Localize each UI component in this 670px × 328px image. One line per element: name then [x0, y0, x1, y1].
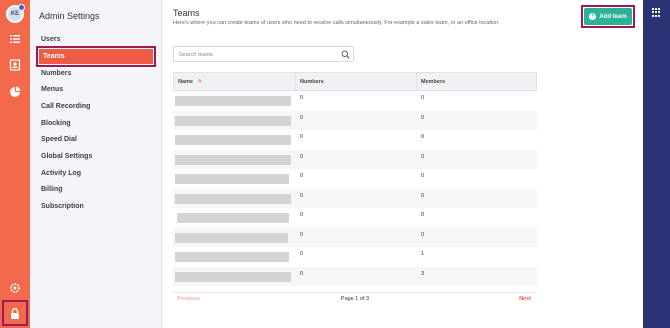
sidebar-item-blocking[interactable]: Blocking [41, 120, 71, 127]
redacted-team-name [177, 213, 289, 223]
table-row[interactable]: 0 0 [173, 91, 537, 111]
column-label: Name [178, 79, 193, 85]
table-header: Name ˄ Numbers Members [173, 72, 537, 91]
page-indicator: Page 1 of 3 [340, 296, 370, 302]
main-content: Teams Here's where you can create teams … [163, 0, 643, 328]
redacted-team-name [175, 115, 291, 126]
numbers-cell: 0 [300, 153, 304, 160]
plus-icon: + [589, 13, 597, 20]
sidebar-item-menus[interactable]: Menus [41, 86, 63, 93]
numbers-cell: 0 [300, 114, 304, 121]
column-header-name[interactable]: Name ˄ [174, 73, 296, 91]
members-cell: 1 [421, 251, 425, 257]
sidebar-title: Admin Settings [39, 11, 100, 21]
numbers-cell: 0 [300, 95, 304, 101]
redacted-team-name [175, 232, 288, 243]
sidebar-item-global-settings[interactable]: Global Settings [41, 153, 92, 160]
table-row[interactable]: 0 1 [173, 247, 537, 267]
search-input[interactable] [179, 50, 339, 59]
settings-icon[interactable] [9, 282, 21, 294]
add-team-label: Add team [599, 13, 627, 20]
redacted-team-name [175, 154, 291, 165]
teams-table: Name ˄ Numbers Members 0 0 0 0 0 0 0 0 0… [173, 72, 537, 286]
numbers-cell: 0 [300, 212, 304, 218]
numbers-cell: 0 [300, 192, 304, 199]
add-team-highlight: + Add team [581, 5, 635, 28]
admin-sidebar: Admin Settings Users Teams Numbers Menus… [30, 0, 162, 328]
sort-ascending-icon: ˄ [197, 79, 202, 85]
sidebar-item-billing[interactable]: Billing [41, 186, 62, 193]
table-row[interactable]: 0 3 [173, 266, 537, 286]
redacted-team-name [175, 135, 291, 145]
redacted-team-name [175, 252, 289, 262]
table-row[interactable]: 0 0 [173, 149, 537, 169]
numbers-cell: 0 [300, 173, 304, 179]
numbers-cell: 0 [300, 251, 304, 257]
members-cell: 0 [421, 95, 425, 101]
admin-lock-button[interactable] [2, 300, 28, 326]
sidebar-item-label: Teams [39, 49, 153, 64]
numbers-cell: 0 [300, 270, 304, 277]
column-header-members[interactable]: Members [417, 73, 538, 91]
members-cell: 0 [421, 114, 425, 121]
contacts-icon[interactable] [9, 59, 21, 71]
table-row[interactable]: 0 0 [173, 130, 537, 150]
members-cell: 0 [421, 212, 425, 218]
app-rail: KE [0, 0, 30, 328]
page-title: Teams [173, 8, 200, 18]
table-row[interactable]: 0 0 [173, 188, 537, 208]
members-cell: 0 [421, 153, 425, 160]
table-row[interactable]: 0 0 [173, 169, 537, 189]
table-row[interactable]: 0 0 [173, 227, 537, 247]
members-cell: 0 [421, 134, 425, 140]
redacted-team-name [175, 174, 289, 184]
members-cell: 3 [421, 270, 425, 277]
sidebar-item-call-recording[interactable]: Call Recording [41, 103, 90, 110]
table-row[interactable]: 0 0 [173, 208, 537, 228]
members-cell: 0 [421, 231, 425, 238]
numbers-cell: 0 [300, 231, 304, 238]
table-row[interactable]: 0 0 [173, 110, 537, 130]
sidebar-item-users[interactable]: Users [41, 36, 60, 43]
status-dot [18, 4, 25, 11]
sidebar-item-subscription[interactable]: Subscription [41, 203, 84, 210]
members-cell: 0 [421, 192, 425, 199]
next-page-button[interactable]: Next [519, 296, 531, 302]
page-description: Here's where you can create teams of use… [173, 20, 500, 26]
chart-icon[interactable] [9, 86, 21, 98]
sidebar-item-speed-dial[interactable]: Speed Dial [41, 136, 77, 143]
redacted-team-name [175, 96, 291, 106]
redacted-team-name [175, 193, 291, 204]
members-cell: 0 [421, 173, 425, 179]
right-panel-strip [643, 0, 670, 328]
list-icon[interactable] [9, 33, 21, 45]
sidebar-item-activity-log[interactable]: Activity Log [41, 170, 81, 177]
numbers-cell: 0 [300, 134, 304, 140]
search-icon[interactable] [341, 50, 350, 59]
lock-icon [11, 307, 19, 319]
sidebar-item-teams[interactable]: Teams [36, 46, 156, 67]
redacted-team-name [175, 271, 291, 282]
sidebar-item-numbers[interactable]: Numbers [41, 70, 71, 77]
add-team-button[interactable]: + Add team [584, 8, 632, 25]
column-header-numbers[interactable]: Numbers [296, 73, 417, 91]
pagination: Previous Page 1 of 3 Next [173, 292, 537, 304]
search-box [173, 46, 354, 62]
apps-grid-icon[interactable] [652, 8, 661, 17]
